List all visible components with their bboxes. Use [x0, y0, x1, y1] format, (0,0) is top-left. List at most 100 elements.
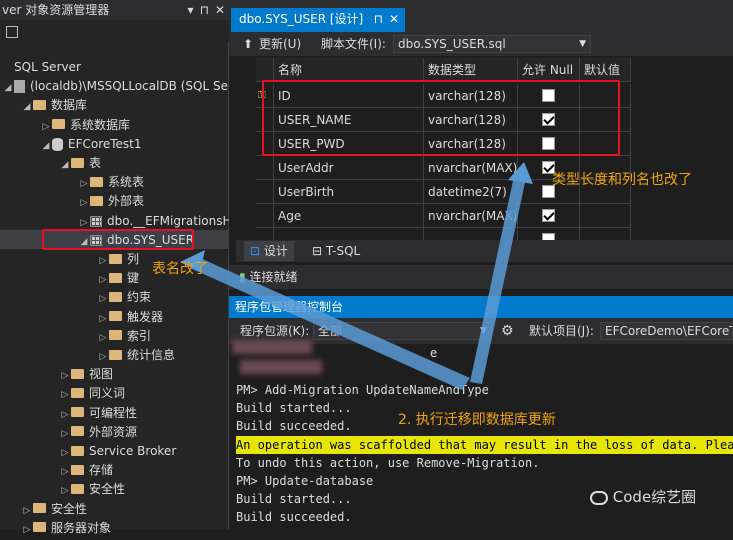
tab-design[interactable]: ⊡ 设计	[244, 241, 294, 261]
package-source-select[interactable]: 全部 ▼	[313, 322, 492, 340]
tree-item[interactable]: ▷ 可编程性	[59, 404, 137, 423]
default-value-cell[interactable]	[580, 204, 631, 228]
tree-item[interactable]: ▷ dbo.__EFMigrationsHis	[78, 212, 242, 231]
red-highlight-box	[42, 229, 194, 250]
expanded-arrow-icon[interactable]: ◢	[40, 137, 52, 156]
folder-icon	[71, 445, 84, 456]
collapsed-arrow-icon[interactable]: ▷	[97, 271, 109, 290]
tree-item[interactable]: ▷ 服务器对象	[21, 519, 111, 538]
console-line: Build succeeded.	[236, 510, 352, 525]
collapsed-arrow-icon[interactable]: ▷	[97, 290, 109, 309]
collapsed-arrow-icon[interactable]: ▷	[59, 463, 71, 482]
expanded-arrow-icon[interactable]: ◢	[21, 98, 33, 117]
folder-icon	[109, 272, 122, 283]
refresh-icon[interactable]: ⬆	[243, 32, 253, 56]
tree-item[interactable]: ▷ 系统表	[78, 173, 144, 192]
dropdown-icon[interactable]: ▾	[188, 0, 194, 20]
tree-item[interactable]: SQL Server	[2, 58, 81, 77]
collapsed-arrow-icon[interactable]: ▷	[59, 367, 71, 386]
tree-item-label: 统计信息	[127, 348, 176, 362]
tree-item[interactable]: ◢ 数据库	[21, 96, 87, 115]
collapsed-arrow-icon[interactable]: ▷	[97, 329, 109, 348]
collapsed-arrow-icon[interactable]: ▷	[40, 118, 52, 137]
tab-tsql-label: T-SQL	[325, 244, 361, 258]
collapsed-arrow-icon[interactable]: ▷	[78, 194, 90, 213]
tab-tsql[interactable]: ⊟ T-SQL	[306, 241, 366, 261]
collapsed-arrow-icon[interactable]: ▷	[59, 425, 71, 444]
folder-icon	[71, 407, 84, 418]
tree-item[interactable]: ▷ 安全性	[21, 500, 87, 519]
console-warning-line: An operation was scaffolded that may res…	[236, 435, 733, 454]
tree-item[interactable]: ▷ Service Broker	[59, 442, 177, 463]
pin-icon[interactable]: ⊓	[374, 8, 383, 30]
chevron-down-icon: ▼	[579, 39, 586, 49]
column-name-cell[interactable]: UserBirth	[274, 180, 424, 204]
column-name-cell[interactable]: UserAddr	[274, 156, 424, 180]
collapsed-arrow-icon[interactable]: ▷	[21, 502, 33, 521]
collapsed-arrow-icon[interactable]: ▷	[97, 252, 109, 271]
tree-item[interactable]: ▷ 外部资源	[59, 423, 137, 442]
tree-item-label: Service Broker	[89, 444, 177, 458]
script-file-select[interactable]: dbo.SYS_USER.sql ▼	[393, 35, 591, 53]
tree-item[interactable]: ◢ 表	[59, 154, 101, 173]
tree-item[interactable]: ▷ 列	[97, 250, 139, 269]
collapsed-arrow-icon[interactable]: ▷	[78, 175, 90, 194]
folder-icon	[33, 503, 46, 514]
collapsed-arrow-icon[interactable]: ▷	[97, 348, 109, 367]
refresh-button[interactable]: 更新(U)	[259, 32, 301, 56]
collapsed-arrow-icon[interactable]: ▷	[59, 444, 71, 463]
pin-icon[interactable]: ⊓	[200, 0, 209, 20]
folder-icon	[109, 349, 122, 360]
tree-item[interactable]: ▷ 视图	[59, 365, 113, 384]
collapsed-arrow-icon[interactable]: ▷	[21, 521, 33, 540]
settings-icon[interactable]: ⚙	[501, 318, 514, 344]
tree-item[interactable]: ▷ 同义词	[59, 384, 125, 403]
data-type-cell[interactable]: nvarchar(MAX)	[424, 156, 518, 180]
annotation-migrate: 2. 执行迁移即数据库更新	[398, 412, 556, 428]
tree-item-label: 视图	[89, 367, 114, 382]
blurred-region	[240, 360, 322, 374]
collapsed-arrow-icon[interactable]: ▷	[97, 310, 109, 329]
tree-item[interactable]: ▷ 外部表	[78, 192, 144, 211]
grid-header: 允许 Null	[518, 58, 580, 82]
collapsed-arrow-icon[interactable]: ▷	[59, 386, 71, 405]
collapsed-arrow-icon[interactable]: ▷	[59, 482, 71, 501]
expanded-arrow-icon[interactable]: ◢	[59, 156, 71, 175]
tree-item[interactable]: ▷ 约束	[97, 288, 151, 307]
tree-item-label: 可编程性	[89, 405, 138, 420]
tree-item[interactable]: ▷ 触发器	[97, 308, 163, 327]
tree-item[interactable]: ▷ 系统数据库	[40, 116, 130, 135]
annotation-type-changed: 类型长度和列名也改了	[552, 172, 692, 188]
allow-null-checkbox[interactable]	[542, 209, 555, 222]
column-name-cell[interactable]: Age	[274, 204, 424, 228]
close-icon[interactable]: ✕	[389, 8, 399, 30]
folder-icon	[90, 195, 103, 206]
tree-item[interactable]: ◢ (localdb)\MSSQLLocalDB (SQL Serv	[2, 77, 240, 96]
tree-item[interactable]: ▷ 键	[97, 269, 139, 288]
connect-icon[interactable]	[6, 25, 18, 38]
chevron-down-icon: ▼	[480, 326, 487, 336]
folder-icon	[71, 483, 84, 494]
allow-null-cell[interactable]	[518, 204, 580, 228]
data-type-cell[interactable]: datetime2(7)	[424, 180, 518, 204]
tree-item[interactable]: ▷ 安全性	[59, 480, 125, 499]
tree-item[interactable]: ▷ 统计信息	[97, 346, 175, 365]
object-explorer-title-bar: ver 对象资源管理器 ▾ ⊓ ✕	[0, 0, 229, 20]
data-type-cell[interactable]: nvarchar(MAX)	[424, 204, 518, 228]
tab-sys-user-design[interactable]: dbo.SYS_USER [设计] ⊓ ✕	[231, 8, 405, 32]
tree-item-label: 服务器对象	[51, 520, 112, 535]
default-project-select[interactable]: EFCoreDemo\EFCoreT	[600, 322, 733, 340]
folder-icon	[109, 330, 122, 341]
folder-icon	[71, 368, 84, 379]
package-source-value: 全部	[318, 324, 343, 338]
folder-icon	[71, 464, 84, 475]
tree-item[interactable]: ◢ EFCoreTest1	[40, 135, 142, 154]
close-icon[interactable]: ✕	[215, 0, 225, 20]
table-icon	[90, 215, 102, 227]
tree-item[interactable]: ▷ 存储	[59, 461, 113, 480]
tree-item-label: 表	[89, 156, 102, 170]
tree-item[interactable]: ▷ 索引	[97, 327, 151, 346]
expanded-arrow-icon[interactable]: ◢	[2, 79, 14, 98]
tree-item-label: SQL Server	[14, 60, 81, 74]
collapsed-arrow-icon[interactable]: ▷	[59, 406, 71, 425]
